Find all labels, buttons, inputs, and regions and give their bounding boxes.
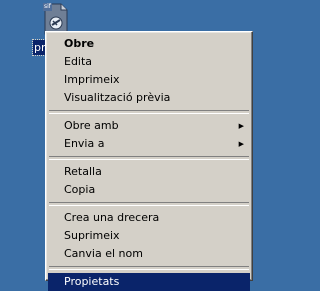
menu-item-label: Crea una drecera [64,211,160,224]
file-extension-tag: sif [43,3,52,11]
menu-item-copia[interactable]: Copia [48,181,250,199]
menu-item-label: Visualització prèvia [64,91,171,104]
menu-item-visualitzacio-previa[interactable]: Visualització prèvia [48,89,250,107]
menu-item-label: Obre [64,37,95,50]
menu-item-obre[interactable]: Obre [48,35,250,53]
menu-separator [49,156,249,160]
submenu-arrow-icon: ▶ [238,140,244,148]
menu-item-label: Canvia el nom [64,247,143,260]
menu-separator [49,202,249,206]
menu-item-imprimeix[interactable]: Imprimeix [48,71,250,89]
menu-item-label: Retalla [64,165,102,178]
menu-item-suprimeix[interactable]: Suprimeix [48,227,250,245]
menu-item-obre-amb[interactable]: Obre amb ▶ [48,117,250,135]
menu-item-edita[interactable]: Edita [48,53,250,71]
menu-item-retalla[interactable]: Retalla [48,163,250,181]
menu-item-label: Imprimeix [64,73,120,86]
menu-item-envia-a[interactable]: Envia a ▶ [48,135,250,153]
submenu-arrow-icon: ▶ [238,122,244,130]
menu-item-canvia-el-nom[interactable]: Canvia el nom [48,245,250,263]
menu-item-propietats[interactable]: Propietats [48,273,250,291]
menu-item-label: Suprimeix [64,229,120,242]
menu-separator [49,266,249,270]
menu-separator [49,110,249,114]
menu-item-label: Edita [64,55,93,68]
menu-item-crea-una-drecera[interactable]: Crea una drecera [48,209,250,227]
menu-item-label: Envia a [64,137,105,150]
menu-item-label: Copia [64,183,96,196]
menu-item-label: Propietats [64,275,120,288]
menu-item-label: Obre amb [64,119,119,132]
context-menu: Obre Edita Imprimeix Visualització prèvia Ob… [45,31,253,291]
